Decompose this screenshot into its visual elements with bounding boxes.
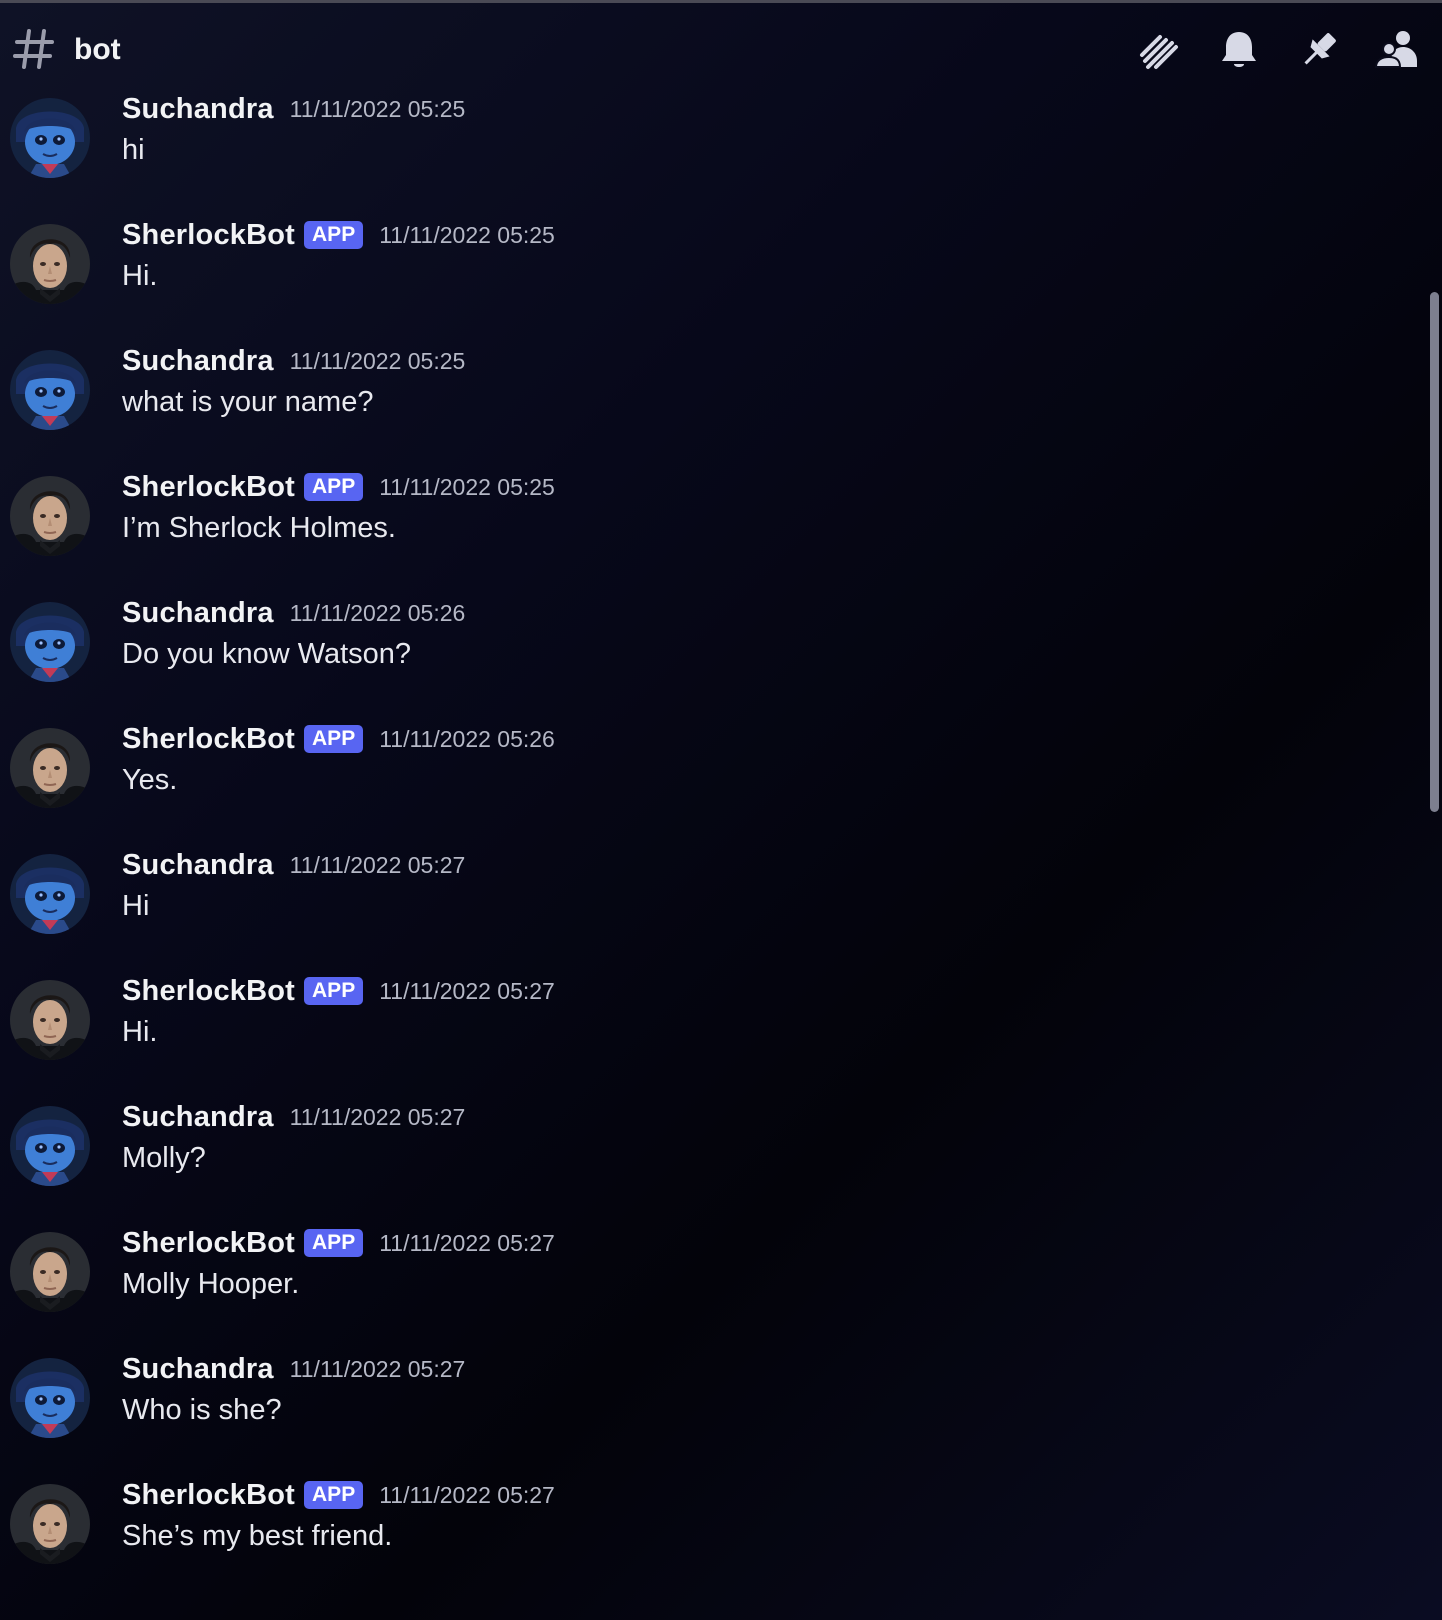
user-avatar[interactable]	[10, 854, 90, 934]
message-content: Do you know Watson?	[122, 638, 412, 670]
app-badge: APP	[304, 221, 364, 249]
bot-avatar[interactable]	[10, 224, 90, 304]
threads-icon	[1140, 35, 1178, 69]
message-content: Who is she?	[122, 1394, 282, 1426]
message-content: Molly?	[122, 1142, 206, 1174]
bot-avatar[interactable]	[10, 1232, 90, 1312]
chat-window: bot Suchandra 11/11/2022 05:25 hi Sherlo…	[0, 0, 1442, 1620]
message-header: Suchandra 11/11/2022 05:27	[122, 1100, 465, 1134]
message-header: SherlockBot APP 11/11/2022 05:27	[122, 974, 555, 1008]
message-item[interactable]: SherlockBot APP 11/11/2022 05:25 I’m Sherlo…	[0, 470, 1400, 580]
user-avatar[interactable]	[10, 350, 90, 430]
app-badge: APP	[304, 473, 364, 501]
bot-avatar[interactable]	[10, 728, 90, 808]
app-badge: APP	[304, 1481, 364, 1509]
app-badge: APP	[304, 977, 364, 1005]
scrollbar-thumb[interactable]	[1430, 292, 1439, 812]
user-avatar[interactable]	[10, 1358, 90, 1438]
message-item[interactable]: SherlockBot APP 11/11/2022 05:27 She’s my b…	[0, 1478, 1400, 1588]
author-name[interactable]: Suchandra	[122, 1353, 274, 1386]
message-header: Suchandra 11/11/2022 05:25	[122, 344, 465, 378]
author-name[interactable]: Suchandra	[122, 93, 274, 126]
message-header: SherlockBot APP 11/11/2022 05:27	[122, 1226, 555, 1260]
message-timestamp[interactable]: 11/11/2022 05:27	[379, 1482, 555, 1509]
app-badge: APP	[304, 1229, 364, 1257]
message-item[interactable]: SherlockBot APP 11/11/2022 05:25 Hi.	[0, 218, 1400, 328]
bot-avatar[interactable]	[10, 980, 90, 1060]
channel-header: bot	[0, 3, 1442, 95]
message-timestamp[interactable]: 11/11/2022 05:26	[379, 726, 555, 753]
message-content: Hi	[122, 890, 150, 922]
message-item[interactable]: Suchandra 11/11/2022 05:27 Who is she?	[0, 1352, 1400, 1462]
hashtag-icon	[13, 29, 54, 69]
message-timestamp[interactable]: 11/11/2022 05:25	[290, 348, 466, 375]
message-timestamp[interactable]: 11/11/2022 05:27	[290, 1104, 466, 1131]
message-item[interactable]: Suchandra 11/11/2022 05:27 Hi	[0, 848, 1400, 958]
message-timestamp[interactable]: 11/11/2022 05:27	[379, 978, 555, 1005]
author-name[interactable]: SherlockBot	[122, 471, 295, 504]
user-avatar[interactable]	[10, 98, 90, 178]
message-timestamp[interactable]: 11/11/2022 05:25	[379, 474, 555, 501]
message-timestamp[interactable]: 11/11/2022 05:27	[290, 852, 466, 879]
message-content: Hi.	[122, 260, 158, 292]
message-timestamp[interactable]: 11/11/2022 05:25	[290, 96, 466, 123]
message-header: SherlockBot APP 11/11/2022 05:25	[122, 470, 555, 504]
author-name[interactable]: SherlockBot	[122, 1227, 295, 1260]
message-content: Yes.	[122, 764, 178, 796]
user-avatar[interactable]	[10, 602, 90, 682]
message-header: SherlockBot APP 11/11/2022 05:25	[122, 218, 555, 252]
notifications-button[interactable]	[1214, 25, 1264, 75]
message-timestamp[interactable]: 11/11/2022 05:27	[379, 1230, 555, 1257]
message-content: Hi.	[122, 1016, 158, 1048]
message-item[interactable]: Suchandra 11/11/2022 05:27 Molly?	[0, 1100, 1400, 1210]
message-item[interactable]: SherlockBot APP 11/11/2022 05:26 Yes.	[0, 722, 1400, 832]
message-item[interactable]: Suchandra 11/11/2022 05:26 Do you know Wat…	[0, 596, 1400, 706]
message-item[interactable]: Suchandra 11/11/2022 05:25 what is your na…	[0, 344, 1400, 454]
message-item[interactable]: SherlockBot APP 11/11/2022 05:27 Molly Hoop…	[0, 1226, 1400, 1336]
author-name[interactable]: Suchandra	[122, 1101, 274, 1134]
message-header: Suchandra 11/11/2022 05:26	[122, 596, 465, 630]
message-content: I’m Sherlock Holmes.	[122, 512, 396, 544]
message-content: hi	[122, 134, 145, 166]
message-header: SherlockBot APP 11/11/2022 05:26	[122, 722, 555, 756]
message-timestamp[interactable]: 11/11/2022 05:27	[290, 1356, 466, 1383]
user-avatar[interactable]	[10, 1106, 90, 1186]
author-name[interactable]: Suchandra	[122, 597, 274, 630]
message-header: Suchandra 11/11/2022 05:27	[122, 848, 465, 882]
message-item[interactable]: Suchandra 11/11/2022 05:25 hi	[0, 92, 1400, 202]
threads-button[interactable]	[1134, 25, 1184, 75]
message-item[interactable]: SherlockBot APP 11/11/2022 05:27 Hi.	[0, 974, 1400, 1084]
author-name[interactable]: Suchandra	[122, 849, 274, 882]
bot-avatar[interactable]	[10, 476, 90, 556]
message-header: Suchandra 11/11/2022 05:25	[122, 92, 465, 126]
author-name[interactable]: SherlockBot	[122, 975, 295, 1008]
message-content: She’s my best friend.	[122, 1520, 393, 1552]
message-timestamp[interactable]: 11/11/2022 05:25	[379, 222, 555, 249]
message-list[interactable]: Suchandra 11/11/2022 05:25 hi SherlockBot A…	[0, 92, 1420, 1620]
members-icon	[1374, 31, 1417, 68]
bot-avatar[interactable]	[10, 1484, 90, 1564]
bell-icon	[1222, 32, 1256, 67]
member-list-button[interactable]	[1372, 25, 1422, 75]
message-content: what is your name?	[122, 386, 374, 418]
author-name[interactable]: SherlockBot	[122, 1479, 295, 1512]
author-name[interactable]: SherlockBot	[122, 219, 295, 252]
pinned-messages-button[interactable]	[1294, 25, 1344, 75]
app-badge: APP	[304, 725, 364, 753]
message-header: Suchandra 11/11/2022 05:27	[122, 1352, 465, 1386]
message-header: SherlockBot APP 11/11/2022 05:27	[122, 1478, 555, 1512]
author-name[interactable]: SherlockBot	[122, 723, 295, 756]
message-timestamp[interactable]: 11/11/2022 05:26	[290, 600, 466, 627]
author-name[interactable]: Suchandra	[122, 345, 274, 378]
message-content: Molly Hooper.	[122, 1268, 300, 1300]
pin-icon	[1304, 33, 1336, 65]
channel-name: bot	[74, 33, 121, 66]
